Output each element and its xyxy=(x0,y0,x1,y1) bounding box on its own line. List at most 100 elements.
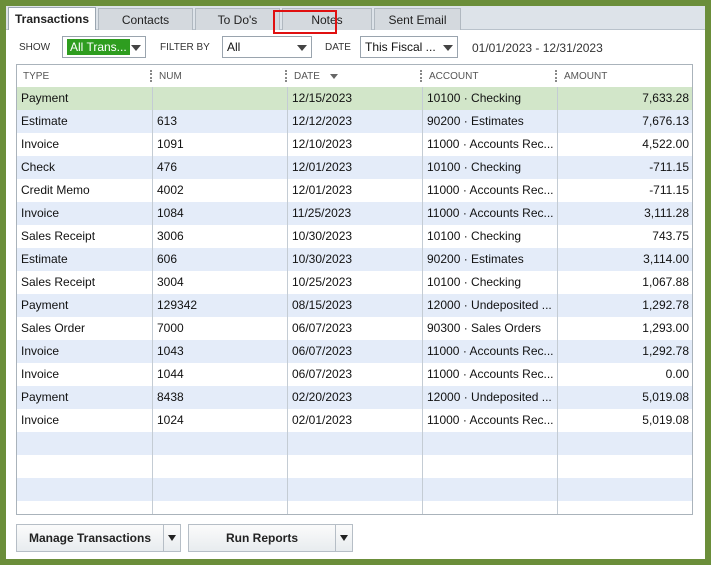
cell-type: Estimate xyxy=(17,248,153,271)
table-row[interactable]: Invoice 1084 11/25/2023 11000 · Accounts Re… xyxy=(17,202,692,225)
cell-type: Invoice xyxy=(17,340,153,363)
tab-notes[interactable]: Notes xyxy=(282,8,372,30)
cell-type: Payment xyxy=(17,294,153,317)
cell-account xyxy=(423,455,558,478)
cell-amount xyxy=(558,501,692,514)
transactions-table: TYPE NUM DATE ACCOUNT AMOUNT Payment 12/1… xyxy=(16,64,693,515)
tab-transactions[interactable]: Transactions xyxy=(8,7,96,30)
cell-amount: 5,019.08 xyxy=(642,390,689,404)
cell-amount: -711.15 xyxy=(649,183,689,197)
table-row[interactable]: Credit Memo 4002 12/01/2023 11000 · Account… xyxy=(17,179,692,202)
cell-date: 06/07/2023 xyxy=(288,363,423,386)
cell-account: 90200 · Estimates xyxy=(423,248,558,271)
cell-num: 1043 xyxy=(153,340,288,363)
table-row[interactable]: Estimate 613 12/12/2023 90200 · Estimates 7,… xyxy=(17,110,692,133)
cell-date: 12/12/2023 xyxy=(288,110,423,133)
show-label: SHOW xyxy=(19,42,51,53)
tab-sent-email[interactable]: Sent Email xyxy=(374,8,461,30)
chevron-down-icon xyxy=(297,45,307,51)
column-header-account[interactable]: ACCOUNT xyxy=(423,65,558,87)
cell-type: Payment xyxy=(17,87,153,110)
column-resize-handle[interactable] xyxy=(420,70,422,82)
cell-type xyxy=(17,432,153,455)
table-row[interactable]: Sales Receipt 3004 10/25/2023 10100 · Check… xyxy=(17,271,692,294)
column-header-amount[interactable]: AMOUNT xyxy=(558,65,692,87)
empty-row[interactable] xyxy=(17,501,692,514)
cell-type: Sales Order xyxy=(17,317,153,340)
table-row[interactable]: Estimate 606 10/30/2023 90200 · Estimates 3,… xyxy=(17,248,692,271)
cell-num xyxy=(153,501,288,514)
manage-transactions-dropdown[interactable] xyxy=(163,525,180,551)
manage-transactions-button[interactable]: Manage Transactions xyxy=(16,524,181,552)
tab-bar: Transactions Contacts To Do's Notes Sent… xyxy=(6,6,705,30)
empty-row[interactable] xyxy=(17,432,692,455)
cell-amount: 7,676.13 xyxy=(642,114,689,128)
tab-contacts[interactable]: Contacts xyxy=(98,8,193,30)
cell-num: 3004 xyxy=(153,271,288,294)
cell-amount: 3,111.28 xyxy=(644,206,689,220)
table-row[interactable]: Check 476 12/01/2023 10100 · Checking -711.1… xyxy=(17,156,692,179)
table-row[interactable]: Invoice 1024 02/01/2023 11000 · Accounts Re… xyxy=(17,409,692,432)
table-row[interactable]: Sales Receipt 3006 10/30/2023 10100 · Check… xyxy=(17,225,692,248)
filter-bar: SHOW All Trans... FILTER BY All DATE Thi… xyxy=(6,36,705,60)
chevron-down-icon xyxy=(340,535,348,541)
column-resize-handle[interactable] xyxy=(150,70,152,82)
cell-date: 10/25/2023 xyxy=(288,271,423,294)
cell-amount: 1,292.78 xyxy=(642,298,689,312)
table-row[interactable]: Payment 12/15/2023 10100 · Checking 7,633.2… xyxy=(17,87,692,110)
cell-date xyxy=(288,478,423,501)
table-row[interactable]: Payment 8438 02/20/2023 12000 · Undeposited… xyxy=(17,386,692,409)
cell-date xyxy=(288,432,423,455)
cell-num: 1091 xyxy=(153,133,288,156)
column-header-type[interactable]: TYPE xyxy=(17,65,153,87)
cell-account: 12000 · Undeposited ... xyxy=(423,386,558,409)
cell-account: 11000 · Accounts Rec... xyxy=(423,363,558,386)
cell-date: 06/07/2023 xyxy=(288,340,423,363)
cell-date xyxy=(288,501,423,514)
table-row[interactable]: Payment 129342 08/15/2023 12000 · Undeposit… xyxy=(17,294,692,317)
cell-amount: 1,067.88 xyxy=(642,275,689,289)
cell-date: 12/10/2023 xyxy=(288,133,423,156)
cell-date xyxy=(288,455,423,478)
table-body: Payment 12/15/2023 10100 · Checking 7,633.2… xyxy=(17,87,692,514)
cell-num xyxy=(153,455,288,478)
cell-amount: 0.00 xyxy=(665,367,689,381)
cell-num: 3006 xyxy=(153,225,288,248)
cell-num: 1044 xyxy=(153,363,288,386)
run-reports-dropdown[interactable] xyxy=(335,525,352,551)
cell-type: Estimate xyxy=(17,110,153,133)
date-select[interactable]: This Fiscal ... xyxy=(360,36,458,58)
cell-account: 11000 · Accounts Rec... xyxy=(423,133,558,156)
cell-amount: 4,522.00 xyxy=(642,137,689,151)
column-resize-handle[interactable] xyxy=(555,70,557,82)
column-resize-handle[interactable] xyxy=(285,70,287,82)
cell-date: 10/30/2023 xyxy=(288,248,423,271)
cell-date: 12/01/2023 xyxy=(288,179,423,202)
tab-to-dos[interactable]: To Do's xyxy=(195,8,280,30)
filter-by-select[interactable]: All xyxy=(222,36,312,58)
cell-type: Invoice xyxy=(17,202,153,225)
column-header-account-label: ACCOUNT xyxy=(429,70,479,82)
empty-row[interactable] xyxy=(17,455,692,478)
cell-account xyxy=(423,432,558,455)
column-header-amount-label: AMOUNT xyxy=(564,70,608,82)
run-reports-button[interactable]: Run Reports xyxy=(188,524,353,552)
cell-account: 11000 · Accounts Rec... xyxy=(423,202,558,225)
empty-row[interactable] xyxy=(17,478,692,501)
run-reports-label: Run Reports xyxy=(226,531,298,545)
show-select[interactable]: All Trans... xyxy=(62,36,146,58)
column-header-num[interactable]: NUM xyxy=(153,65,288,87)
cell-account: 10100 · Checking xyxy=(423,271,558,294)
table-row[interactable]: Invoice 1044 06/07/2023 11000 · Accounts Re… xyxy=(17,363,692,386)
cell-type xyxy=(17,501,153,514)
chevron-down-icon xyxy=(131,45,141,51)
filter-by-label: FILTER BY xyxy=(160,42,210,53)
cell-account xyxy=(423,501,558,514)
cell-num: 8438 xyxy=(153,386,288,409)
column-header-date[interactable]: DATE xyxy=(288,65,423,87)
cell-type: Sales Receipt xyxy=(17,225,153,248)
cell-num: 1024 xyxy=(153,409,288,432)
table-row[interactable]: Invoice 1091 12/10/2023 11000 · Accounts Re… xyxy=(17,133,692,156)
table-row[interactable]: Sales Order 7000 06/07/2023 90300 · Sales O… xyxy=(17,317,692,340)
table-row[interactable]: Invoice 1043 06/07/2023 11000 · Accounts Re… xyxy=(17,340,692,363)
